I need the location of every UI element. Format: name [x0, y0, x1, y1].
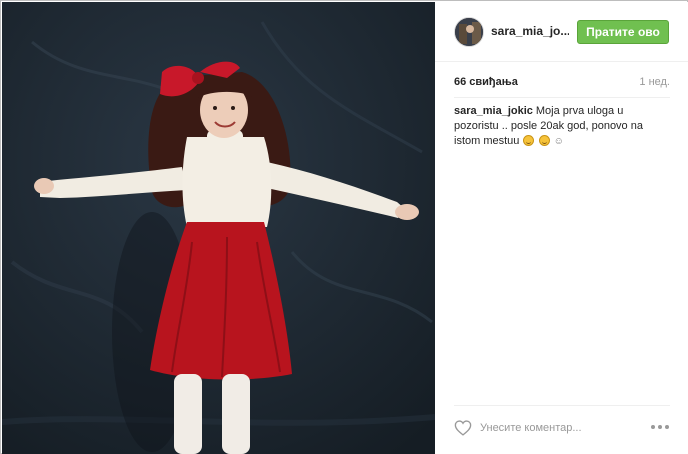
post-header: sara_mia_jo... Пратите ово	[435, 2, 688, 62]
avatar[interactable]	[454, 17, 484, 47]
comment-bar	[454, 416, 670, 442]
post-photo	[2, 2, 435, 454]
follow-button[interactable]: Пратите ово	[577, 20, 669, 44]
divider	[454, 405, 670, 406]
photo-illustration	[2, 2, 435, 454]
smile-symbol: ☺	[553, 136, 564, 147]
post-age[interactable]: 1 нед.	[639, 76, 670, 88]
post-caption: sara_mia_jokic Moja prva uloga u pozorist…	[454, 104, 654, 149]
heart-icon[interactable]	[454, 420, 472, 436]
right-leg	[222, 374, 250, 454]
comment-input[interactable]	[480, 418, 640, 438]
grimace-emoji-icon	[523, 135, 535, 146]
caption-username[interactable]: sara_mia_jokic	[454, 105, 533, 117]
username-link[interactable]: sara_mia_jo...	[491, 24, 569, 38]
post-dialog: sara_mia_jo... Пратите ово 66 свиђања 1 …	[0, 0, 688, 454]
likes-count[interactable]: 66 свиђања	[454, 76, 518, 88]
grin-emoji-icon	[538, 135, 550, 146]
left-leg	[174, 374, 202, 454]
likes-row: 66 свиђања 1 нед.	[454, 76, 670, 92]
divider	[454, 97, 670, 98]
avatar-image	[455, 18, 483, 46]
more-options-icon[interactable]	[650, 422, 670, 432]
post-sidebar: sara_mia_jo... Пратите ово 66 свиђања 1 …	[435, 2, 688, 454]
